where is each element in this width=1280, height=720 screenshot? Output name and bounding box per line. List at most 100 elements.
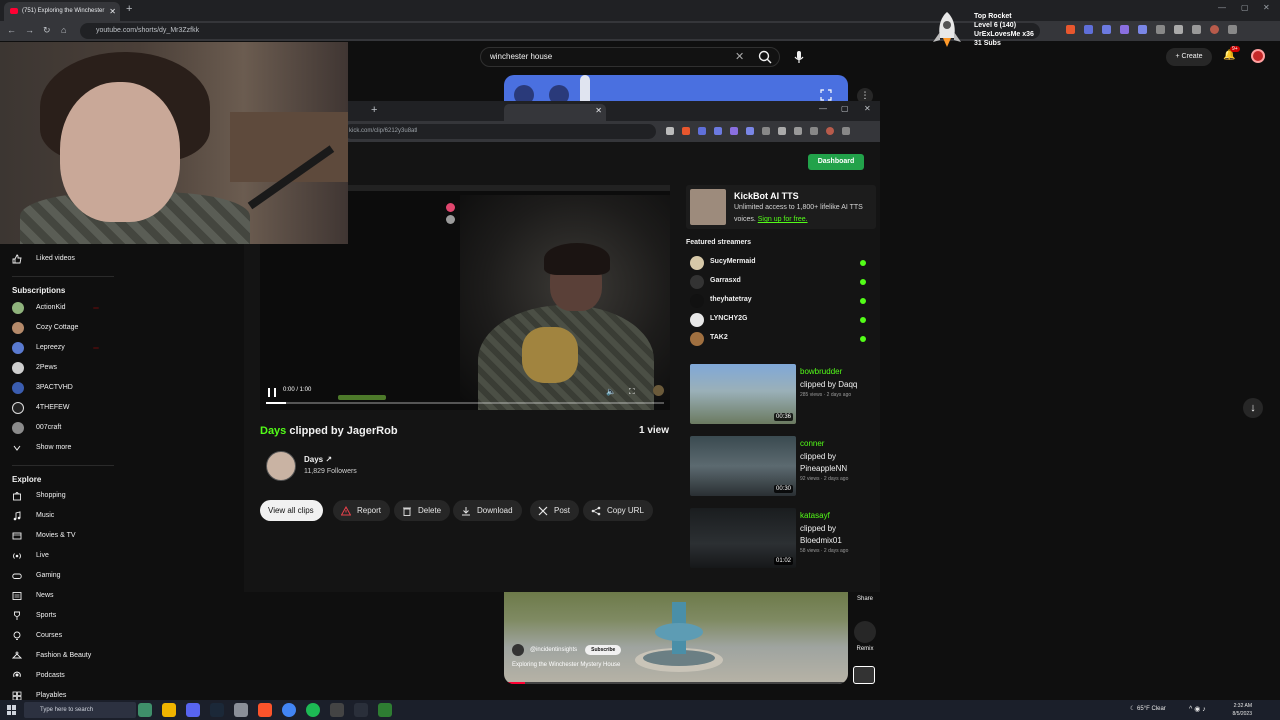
featured-streamer[interactable]: LYNCHY2G <box>690 313 866 327</box>
short-progress-bar[interactable] <box>504 682 848 684</box>
volume-icon[interactable] <box>549 85 569 102</box>
featured-streamer[interactable]: Garrasxd <box>690 275 866 289</box>
weather-widget[interactable]: ☾ 65°F Clear <box>1130 705 1166 712</box>
sidebar-item-music[interactable]: Music <box>12 506 54 526</box>
sidebar-item-movies[interactable]: Movies & TV <box>12 526 76 546</box>
short-channel-name[interactable]: @incidentinsights <box>530 647 577 653</box>
maximize-icon[interactable]: ▢ <box>841 104 849 113</box>
extension-icon[interactable] <box>746 127 754 135</box>
sidebar-subscription[interactable]: 2Pews <box>12 358 57 378</box>
close-window-icon[interactable]: ✕ <box>864 104 871 113</box>
close-tab-icon[interactable]: ✕ <box>595 106 602 115</box>
menu-icon[interactable] <box>842 127 850 135</box>
extension-icon[interactable] <box>1066 25 1075 34</box>
app-icon[interactable] <box>330 703 344 717</box>
popup-tab[interactable]: ✕ <box>504 104 606 121</box>
new-tab-button[interactable]: + <box>371 104 377 116</box>
chrome-icon[interactable] <box>282 703 296 717</box>
sidebar-item-gaming[interactable]: Gaming <box>12 566 61 586</box>
extension-icon[interactable] <box>698 127 706 135</box>
report-button[interactable]: Report <box>333 500 391 521</box>
menu-icon[interactable] <box>1228 25 1237 34</box>
address-bar[interactable]: youtube.com/shorts/dy_Mr3Zzfkk <box>80 23 1040 39</box>
microphone-icon[interactable] <box>793 50 805 64</box>
brave-icon[interactable] <box>258 703 272 717</box>
clip-title-channel[interactable]: Days <box>260 425 286 437</box>
subscribe-button[interactable]: Subscribe <box>585 645 622 655</box>
player-seek-bar[interactable] <box>266 402 664 404</box>
sidebar-subscription[interactable]: ActionKid <box>12 298 66 318</box>
arrow-down-icon[interactable]: ↓ <box>1243 398 1263 418</box>
copy-url-button[interactable]: Copy URL <box>583 500 653 521</box>
extension-icon[interactable] <box>1120 25 1129 34</box>
delete-button[interactable]: Delete <box>394 500 451 521</box>
profile-icon[interactable] <box>1210 25 1219 34</box>
file-explorer-icon[interactable] <box>162 703 176 717</box>
download-button[interactable]: Download <box>453 500 522 521</box>
new-tab-button[interactable]: + <box>126 3 132 15</box>
short-video-bottom[interactable]: @incidentinsights Subscribe Exploring th… <box>504 592 848 684</box>
share-button[interactable]: Share <box>850 596 880 602</box>
avatar[interactable] <box>1251 49 1265 63</box>
sidebar-item-podcasts[interactable]: Podcasts <box>12 666 65 686</box>
home-icon[interactable]: ⌂ <box>61 25 66 35</box>
sidebar-subscription[interactable]: Lepreezy <box>12 338 65 358</box>
minimize-icon[interactable]: — <box>819 104 827 113</box>
sidebar-item-news[interactable]: News <box>12 586 54 606</box>
player-settings-icon[interactable] <box>653 385 664 396</box>
extension-icon[interactable] <box>1138 25 1147 34</box>
close-tab-icon[interactable]: ✕ <box>109 2 116 21</box>
star-icon[interactable] <box>666 127 674 135</box>
sidebar-icon[interactable] <box>794 127 802 135</box>
sidebar-show-more[interactable]: Show more <box>12 438 71 458</box>
sidebar-item-fashion[interactable]: Fashion & Beauty <box>12 646 91 666</box>
sidebar-item-live[interactable]: Live <box>12 546 49 566</box>
extension-icon[interactable] <box>762 127 770 135</box>
sidebar-icon[interactable] <box>1192 25 1201 34</box>
extension-icon[interactable] <box>1156 25 1165 34</box>
sidebar-item-sports[interactable]: Sports <box>12 606 56 626</box>
sidebar-subscription[interactable]: 3PACTVHD <box>12 378 73 398</box>
remix-button[interactable]: Remix <box>850 621 880 652</box>
clock[interactable]: 2:32 AM 8/5/2023 <box>1222 702 1252 718</box>
featured-streamer[interactable]: theyhatetray <box>690 294 866 308</box>
browser-tab-youtube[interactable]: (751) Exploring the Winchester ✕ <box>4 2 120 21</box>
extension-icon[interactable] <box>714 127 722 135</box>
extension-icon[interactable] <box>1084 25 1093 34</box>
dashboard-button[interactable]: Dashboard <box>808 154 864 170</box>
search-icon[interactable] <box>757 49 773 65</box>
featured-streamer[interactable]: SucyMermaid <box>690 256 866 270</box>
pause-icon[interactable] <box>268 388 276 397</box>
streamer-name[interactable]: Days ↗ <box>304 455 332 464</box>
reload-icon[interactable]: ↻ <box>43 25 51 36</box>
back-icon[interactable]: ← <box>7 25 16 35</box>
puzzle-icon[interactable] <box>778 127 786 135</box>
settings-icon[interactable] <box>234 703 248 717</box>
featured-streamer[interactable]: TAK2 <box>690 332 866 346</box>
view-all-clips-button[interactable]: View all clips <box>260 500 323 521</box>
sidebar-item-courses[interactable]: Courses <box>12 626 62 646</box>
forward-icon[interactable]: → <box>25 25 34 35</box>
sidebar-item-shopping[interactable]: Shopping <box>12 486 66 506</box>
fullscreen-icon[interactable] <box>820 89 832 101</box>
clip-channel[interactable]: conner <box>800 439 824 448</box>
extension-icon[interactable] <box>682 127 690 135</box>
create-button[interactable]: + Create <box>1166 48 1212 66</box>
sidebar-item-liked-videos[interactable]: Liked videos <box>12 249 75 269</box>
clip-channel[interactable]: bowbrudder <box>800 367 842 376</box>
sidebar-subscription[interactable]: 007craft <box>12 418 61 438</box>
spotify-icon[interactable] <box>306 703 320 717</box>
clear-search-icon[interactable]: ✕ <box>735 50 744 63</box>
obs-icon[interactable] <box>354 703 368 717</box>
post-button[interactable]: Post <box>530 500 580 521</box>
close-window-icon[interactable]: ✕ <box>1263 3 1270 12</box>
clip-channel[interactable]: katasayf <box>800 511 830 520</box>
terminal-icon[interactable] <box>378 703 392 717</box>
system-tray-icons[interactable]: ^ ◉ ♪ <box>1189 705 1206 713</box>
related-clip[interactable]: 00:36 bowbrudder clipped by Daqq 285 vie… <box>690 364 876 424</box>
channel-avatar[interactable] <box>512 644 524 656</box>
short-video-top[interactable] <box>504 75 848 102</box>
minimize-icon[interactable]: — <box>1218 3 1226 12</box>
extension-icon[interactable] <box>730 127 738 135</box>
puzzle-icon[interactable] <box>1174 25 1183 34</box>
